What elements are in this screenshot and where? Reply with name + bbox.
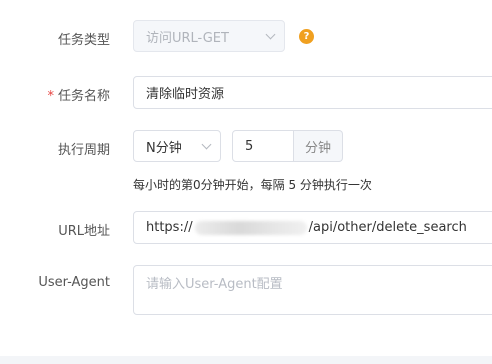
chevron-down-icon	[201, 139, 212, 149]
task-name-label: * 任务名称	[47, 89, 110, 104]
task-name-input[interactable]: 清除临时资源	[133, 76, 492, 109]
url-input[interactable]: https:// /api/other/delete_search	[133, 211, 492, 244]
period-unit-select[interactable]: N分钟	[133, 130, 221, 162]
user-agent-label: User-Agent	[38, 275, 110, 290]
period-number-group: 5 分钟	[232, 130, 343, 162]
task-type-label: 任务类型	[57, 33, 110, 48]
period-unit-value: N分钟	[146, 140, 182, 156]
redacted-host	[194, 220, 307, 235]
period-hint: 每小时的第0分钟开始，每隔 5 分钟执行一次	[133, 178, 372, 192]
user-agent-textarea[interactable]: 请输入User-Agent配置	[133, 265, 492, 315]
task-type-value: 访问URL-GET	[146, 30, 229, 46]
url-value-start: https://	[146, 220, 193, 235]
chevron-down-icon	[265, 29, 276, 39]
url-label: URL地址	[58, 224, 110, 239]
url-value-end: /api/other/delete_search	[308, 220, 467, 235]
period-label: 执行周期	[57, 143, 110, 158]
period-number-input[interactable]: 5	[232, 130, 294, 162]
task-name-value: 清除临时资源	[146, 87, 225, 102]
footer-divider	[0, 356, 492, 364]
task-type-select[interactable]: 访问URL-GET	[133, 20, 285, 52]
required-mark: *	[47, 89, 54, 104]
user-agent-placeholder: 请输入User-Agent配置	[146, 277, 283, 292]
period-number-suffix: 分钟	[294, 130, 343, 162]
question-circle-icon[interactable]: ?	[299, 29, 314, 44]
